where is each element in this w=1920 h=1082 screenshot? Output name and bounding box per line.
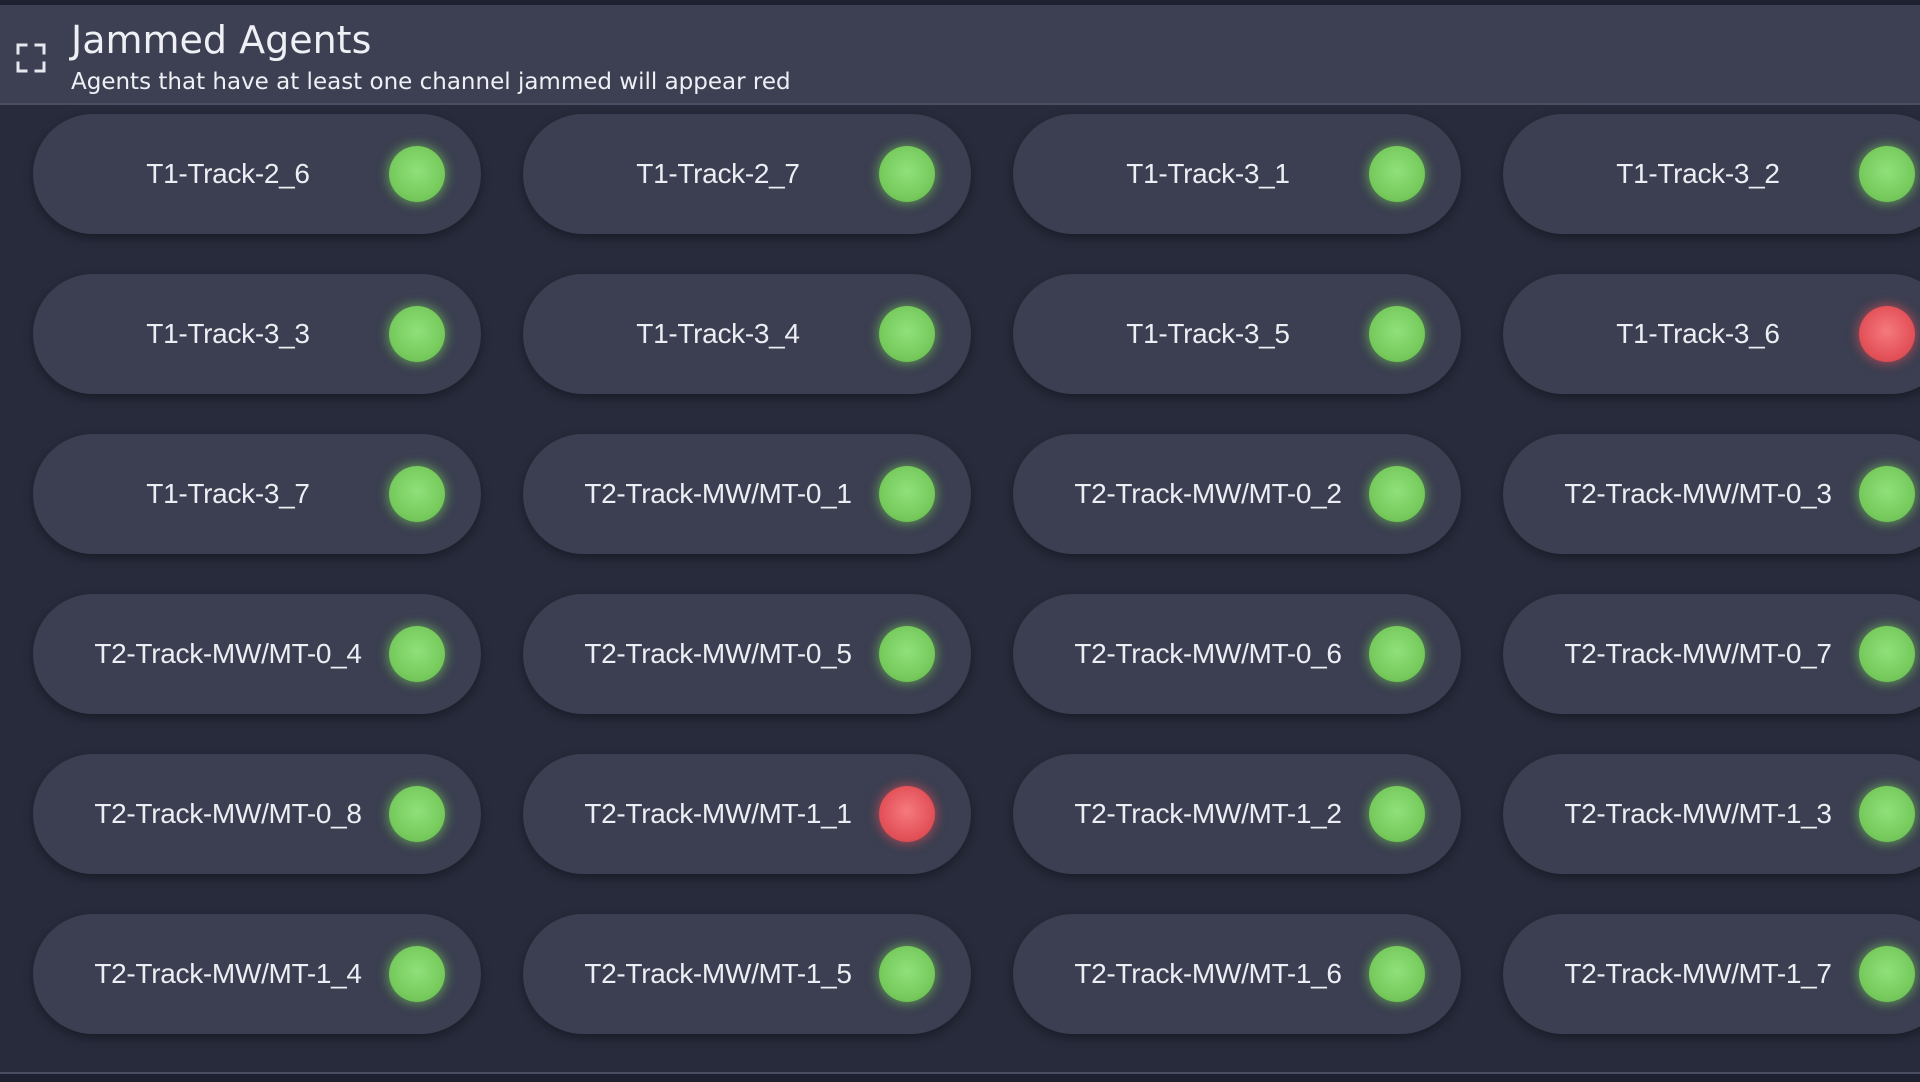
- panel-header: Jammed Agents Agents that have at least …: [0, 5, 1920, 105]
- agent-name: T2-Track-MW/MT-1_7: [1564, 958, 1832, 989]
- status-ok-icon: [1369, 466, 1425, 522]
- agent-card[interactable]: T1-Track-3_4: [523, 274, 971, 394]
- panel-subtitle: Agents that have at least one channel ja…: [71, 69, 791, 95]
- agent-card[interactable]: T1-Track-3_2: [1503, 114, 1920, 234]
- status-ok-icon: [389, 306, 445, 362]
- status-ok-icon: [1369, 626, 1425, 682]
- agents-grid: T1-Track-2_6 T1-Track-2_7 T1-Track-3_1 T1-T…: [33, 114, 1920, 1034]
- agent-card[interactable]: T2-Track-MW/MT-1_4: [33, 914, 481, 1034]
- agent-card[interactable]: T2-Track-MW/MT-1_3: [1503, 754, 1920, 874]
- panel-title: Jammed Agents: [71, 18, 372, 62]
- expand-icon[interactable]: [16, 43, 46, 73]
- status-ok-icon: [879, 466, 935, 522]
- status-ok-icon: [389, 146, 445, 202]
- status-ok-icon: [1859, 626, 1915, 682]
- agent-name: T2-Track-MW/MT-1_5: [584, 958, 852, 989]
- agent-name: T2-Track-MW/MT-1_2: [1074, 798, 1342, 829]
- agent-card[interactable]: T2-Track-MW/MT-1_2: [1013, 754, 1461, 874]
- agent-name: T1-Track-2_7: [636, 158, 800, 189]
- agent-card[interactable]: T1-Track-2_6: [33, 114, 481, 234]
- agent-card[interactable]: T1-Track-3_6: [1503, 274, 1920, 394]
- status-ok-icon: [879, 626, 935, 682]
- status-ok-icon: [1859, 946, 1915, 1002]
- status-ok-icon: [389, 946, 445, 1002]
- agent-name: T2-Track-MW/MT-1_1: [584, 798, 852, 829]
- agent-card[interactable]: T1-Track-3_5: [1013, 274, 1461, 394]
- agent-card[interactable]: T2-Track-MW/MT-0_2: [1013, 434, 1461, 554]
- status-ok-icon: [1369, 146, 1425, 202]
- agent-card[interactable]: T2-Track-MW/MT-1_6: [1013, 914, 1461, 1034]
- status-jammed-icon: [879, 786, 935, 842]
- status-ok-icon: [1859, 786, 1915, 842]
- agent-card[interactable]: T2-Track-MW/MT-0_5: [523, 594, 971, 714]
- agent-name: T1-Track-3_6: [1616, 318, 1780, 349]
- agent-card[interactable]: T1-Track-3_1: [1013, 114, 1461, 234]
- status-ok-icon: [1369, 946, 1425, 1002]
- agent-name: T2-Track-MW/MT-0_4: [94, 638, 362, 669]
- agent-card[interactable]: T2-Track-MW/MT-0_1: [523, 434, 971, 554]
- agent-name: T1-Track-3_7: [146, 478, 310, 509]
- agent-name: T1-Track-3_5: [1126, 318, 1290, 349]
- agent-name: T2-Track-MW/MT-1_3: [1564, 798, 1832, 829]
- status-ok-icon: [389, 466, 445, 522]
- agent-card[interactable]: T2-Track-MW/MT-0_8: [33, 754, 481, 874]
- agent-card[interactable]: T2-Track-MW/MT-0_7: [1503, 594, 1920, 714]
- agent-name: T1-Track-3_4: [636, 318, 800, 349]
- agent-name: T2-Track-MW/MT-0_5: [584, 638, 852, 669]
- status-ok-icon: [879, 146, 935, 202]
- agent-name: T2-Track-MW/MT-1_4: [94, 958, 362, 989]
- status-ok-icon: [389, 626, 445, 682]
- agent-name: T1-Track-3_1: [1126, 158, 1290, 189]
- agent-name: T2-Track-MW/MT-0_2: [1074, 478, 1342, 509]
- agent-name: T1-Track-2_6: [146, 158, 310, 189]
- agent-card[interactable]: T2-Track-MW/MT-0_6: [1013, 594, 1461, 714]
- status-jammed-icon: [1859, 306, 1915, 362]
- agent-name: T2-Track-MW/MT-0_8: [94, 798, 362, 829]
- status-ok-icon: [1369, 306, 1425, 362]
- agent-name: T2-Track-MW/MT-1_6: [1074, 958, 1342, 989]
- agent-card[interactable]: T1-Track-3_7: [33, 434, 481, 554]
- agent-name: T2-Track-MW/MT-0_6: [1074, 638, 1342, 669]
- agent-card[interactable]: T1-Track-3_3: [33, 274, 481, 394]
- status-ok-icon: [879, 946, 935, 1002]
- agent-name: T1-Track-3_3: [146, 318, 310, 349]
- agent-card[interactable]: T1-Track-2_7: [523, 114, 971, 234]
- agent-card[interactable]: T2-Track-MW/MT-0_4: [33, 594, 481, 714]
- status-ok-icon: [879, 306, 935, 362]
- agent-card[interactable]: T2-Track-MW/MT-1_1: [523, 754, 971, 874]
- agent-name: T1-Track-3_2: [1616, 158, 1780, 189]
- status-ok-icon: [1859, 146, 1915, 202]
- agent-name: T2-Track-MW/MT-0_3: [1564, 478, 1832, 509]
- bottom-border: [0, 1072, 1920, 1082]
- agent-card[interactable]: T2-Track-MW/MT-1_7: [1503, 914, 1920, 1034]
- status-ok-icon: [1859, 466, 1915, 522]
- agent-name: T2-Track-MW/MT-0_1: [584, 478, 852, 509]
- agent-name: T2-Track-MW/MT-0_7: [1564, 638, 1832, 669]
- status-ok-icon: [1369, 786, 1425, 842]
- agent-card[interactable]: T2-Track-MW/MT-0_3: [1503, 434, 1920, 554]
- status-ok-icon: [389, 786, 445, 842]
- agent-card[interactable]: T2-Track-MW/MT-1_5: [523, 914, 971, 1034]
